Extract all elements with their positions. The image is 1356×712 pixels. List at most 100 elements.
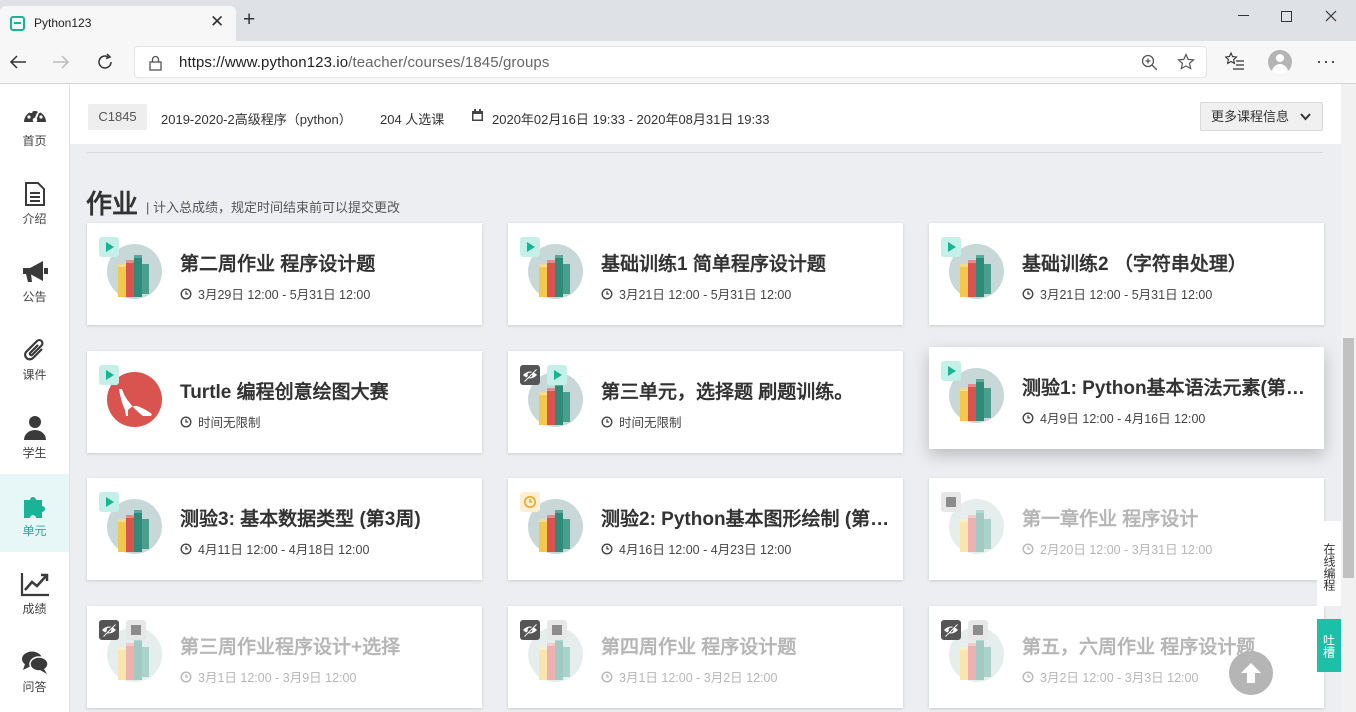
- assignment-title[interactable]: 测验1: Python基本语法元素(第1周): [1022, 373, 1312, 400]
- assignment-card[interactable]: 第三周作业程序设计+选择 3月1日 12:00 - 3月9日 12:00: [87, 606, 482, 708]
- course-period: 2020年02月16日 19:33 - 2020年08月31日 19:33: [492, 112, 770, 127]
- clock-icon: [601, 415, 619, 428]
- address-bar: https://www.python123.io/teacher/courses…: [0, 41, 1356, 84]
- assignment-time: 3月1日 12:00 - 3月9日 12:00: [180, 667, 356, 686]
- user-icon: [23, 416, 46, 440]
- tab-title: Python123: [34, 16, 92, 30]
- tab-close-icon[interactable]: ✕: [210, 12, 224, 32]
- hidden-eye-icon: [520, 365, 540, 385]
- clock-icon: [601, 287, 619, 300]
- assignment-time: 时间无限制: [601, 412, 682, 431]
- sidebar-item-students[interactable]: 学生: [0, 396, 69, 474]
- assignment-card[interactable]: 测验3: 基本数据类型 (第3周) 4月11日 12:00 - 4月18日 12:…: [87, 478, 482, 580]
- calendar-icon: [471, 109, 484, 125]
- stopped-status-icon: [126, 620, 146, 640]
- assignment-time-text: 3月29日 12:00 - 5月31日 12:00: [198, 288, 371, 302]
- more-menu-icon[interactable]: ···: [1316, 51, 1337, 72]
- clock-icon: [1022, 542, 1040, 555]
- new-tab-icon[interactable]: +: [243, 9, 255, 30]
- section-title: 作业: [86, 189, 139, 219]
- course-info-bar: C1845 2019-2020-2高级程序（python） 204 人选课 20…: [70, 84, 1341, 144]
- pending-clock-icon: [520, 492, 540, 512]
- assignment-title[interactable]: 第一章作业 程序设计: [1022, 504, 1312, 531]
- sidebar-item-label: 首页: [22, 134, 47, 148]
- stopped-status-icon: [547, 620, 567, 640]
- play-status-icon: [99, 237, 119, 257]
- lock-icon: [149, 55, 162, 76]
- browser-tab[interactable]: Python123 ✕: [0, 6, 236, 41]
- assignment-time: 2月20日 12:00 - 3月31日 12:00: [1022, 539, 1212, 558]
- profile-avatar-icon[interactable]: [1268, 50, 1292, 74]
- assignment-title[interactable]: 第四周作业 程序设计题: [601, 632, 891, 659]
- feedback-button[interactable]: 吐槽: [1317, 619, 1341, 672]
- assignment-title[interactable]: 第三周作业程序设计+选择: [180, 632, 470, 659]
- assignment-card[interactable]: 基础训练2 （字符串处理） 3月21日 12:00 - 5月31日 12:00: [929, 223, 1324, 325]
- assignment-time-text: 4月16日 12:00 - 4月23日 12:00: [619, 543, 792, 557]
- assignment-time-text: 时间无限制: [619, 416, 682, 430]
- assignment-card[interactable]: 测验2: Python基本图形绘制 (第2周) 4月16日 12:00 - 4月2…: [508, 478, 903, 580]
- sidebar-item-courseware[interactable]: 课件: [0, 318, 69, 396]
- sidebar-item-grades[interactable]: 成绩: [0, 552, 69, 630]
- more-course-info-label: 更多课程信息: [1211, 109, 1290, 124]
- left-sidebar: 首页 介绍 公告 课件 学生 单元 成绩 问答: [0, 84, 70, 712]
- favorites-list-icon[interactable]: [1224, 51, 1245, 76]
- assignment-card[interactable]: 基础训练1 简单程序设计题 3月21日 12:00 - 5月31日 12:00: [508, 223, 903, 325]
- assignment-title[interactable]: 测验3: 基本数据类型 (第3周): [180, 504, 470, 531]
- section-subtitle: | 计入总成绩，规定时间结束前可以提交更改: [146, 200, 400, 215]
- assignment-time: 4月11日 12:00 - 4月18日 12:00: [180, 539, 369, 558]
- url-field[interactable]: https://www.python123.io/teacher/courses…: [134, 46, 1207, 78]
- course-name: 2019-2020-2高级程序（python）: [161, 112, 352, 127]
- assignment-card[interactable]: 第一章作业 程序设计 2月20日 12:00 - 3月31日 12:00: [929, 478, 1324, 580]
- clock-icon: [180, 287, 198, 300]
- refresh-icon[interactable]: [94, 51, 116, 73]
- favorite-star-icon[interactable]: [1177, 53, 1195, 76]
- browser-tabstrip: Python123 ✕ +: [0, 0, 1356, 41]
- sidebar-item-home[interactable]: 首页: [0, 84, 69, 162]
- assignment-card[interactable]: 第二周作业 程序设计题 3月29日 12:00 - 5月31日 12:00: [87, 223, 482, 325]
- student-count: 204 人选课: [380, 112, 445, 127]
- document-icon: [24, 182, 45, 206]
- window-close-button[interactable]: [1308, 3, 1354, 29]
- forward-arrow-icon[interactable]: [50, 51, 72, 73]
- assignment-title[interactable]: 第二周作业 程序设计题: [180, 249, 470, 276]
- assignment-card[interactable]: 测验1: Python基本语法元素(第1周) 4月9日 12:00 - 4月16日…: [929, 347, 1324, 449]
- clock-icon: [1022, 670, 1040, 683]
- assignment-title[interactable]: 第五，六周作业 程序设计题: [1022, 632, 1312, 659]
- url-path: /teacher/courses/1845/groups: [348, 54, 550, 71]
- back-arrow-icon[interactable]: [7, 51, 29, 73]
- assignment-card[interactable]: 第四周作业 程序设计题 3月1日 12:00 - 3月2日 12:00: [508, 606, 903, 708]
- zoom-icon[interactable]: [1141, 54, 1159, 77]
- assignment-time-text: 3月21日 12:00 - 5月31日 12:00: [619, 288, 792, 302]
- window-minimize-button[interactable]: [1220, 3, 1266, 29]
- online-code-button[interactable]: 在线编程: [1317, 521, 1341, 606]
- divider: [87, 152, 1323, 153]
- assignment-time: 时间无限制: [180, 412, 261, 431]
- more-course-info-button[interactable]: 更多课程信息: [1200, 102, 1323, 131]
- assignment-card[interactable]: 第三单元，选择题 刷题训练。时间无限制: [508, 351, 903, 453]
- chevron-down-icon: [1300, 113, 1311, 121]
- assignment-card[interactable]: Turtle 编程创意绘图大赛时间无限制: [87, 351, 482, 453]
- site-favicon-icon: [10, 16, 25, 31]
- back-to-top-button[interactable]: [1229, 651, 1273, 695]
- assignment-title[interactable]: 基础训练1 简单程序设计题: [601, 249, 891, 276]
- sidebar-item-label: 学生: [22, 446, 47, 460]
- sidebar-item-label: 课件: [22, 368, 47, 382]
- sidebar-item-announcement[interactable]: 公告: [0, 240, 69, 318]
- paperclip-icon: [23, 338, 44, 361]
- assignment-title[interactable]: 测验2: Python基本图形绘制 (第2周): [601, 504, 891, 531]
- assignment-title[interactable]: Turtle 编程创意绘图大赛: [180, 377, 470, 404]
- sidebar-item-qa[interactable]: 问答: [0, 630, 69, 708]
- window-maximize-button[interactable]: [1263, 3, 1309, 29]
- sidebar-item-intro[interactable]: 介绍: [0, 162, 69, 240]
- clock-icon: [180, 670, 198, 683]
- sidebar-item-units[interactable]: 单元: [0, 474, 69, 552]
- url-host: https://www.python123.io: [179, 54, 349, 71]
- assignment-title[interactable]: 第三单元，选择题 刷题训练。: [601, 377, 891, 404]
- assignment-time-text: 3月21日 12:00 - 5月31日 12:00: [1040, 288, 1213, 302]
- stopped-status-icon: [941, 492, 961, 512]
- scrollbar-thumb[interactable]: [1343, 338, 1354, 578]
- assignment-title[interactable]: 基础训练2 （字符串处理）: [1022, 249, 1312, 276]
- assignment-time-text: 4月11日 12:00 - 4月18日 12:00: [198, 543, 370, 557]
- sidebar-item-label: 成绩: [22, 602, 47, 616]
- clock-icon: [1022, 287, 1040, 300]
